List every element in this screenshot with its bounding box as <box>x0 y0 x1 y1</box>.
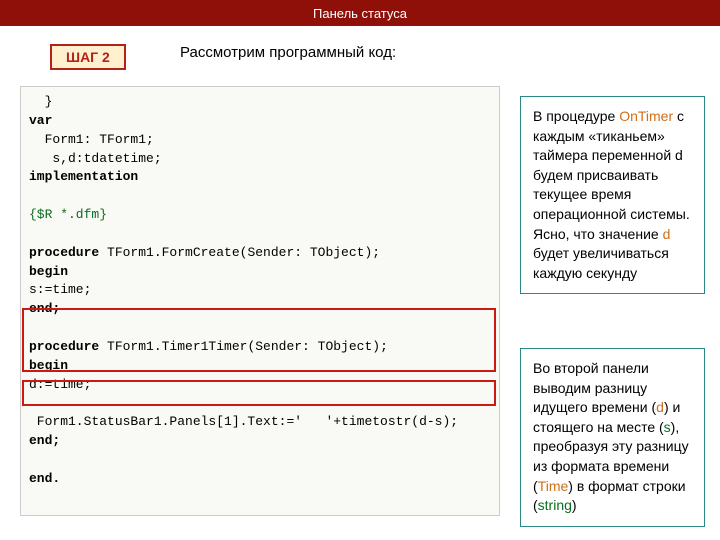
code-line: procedure <box>29 245 99 260</box>
text-highlight: s <box>664 419 671 435</box>
text-highlight: d <box>656 399 664 415</box>
code-line: implementation <box>29 169 138 184</box>
text-highlight: d <box>663 226 671 242</box>
text: с каждым «тиканьем» таймера переменной d… <box>533 108 690 242</box>
code-line: begin <box>29 264 68 279</box>
text-highlight: string <box>538 497 572 513</box>
callout-ontimer: В процедуре OnTimer с каждым «тиканьем» … <box>520 96 705 294</box>
code-line: procedure <box>29 339 99 354</box>
code-line: end; <box>29 433 60 448</box>
text: Во второй панели выводим разницу идущего… <box>533 360 656 415</box>
code-line: d:=time; <box>29 377 91 392</box>
callout-panel2: Во второй панели выводим разницу идущего… <box>520 348 705 527</box>
code-line: end; <box>29 301 60 316</box>
text: В процедуре <box>533 108 619 124</box>
code-line: end. <box>29 471 60 486</box>
code-line: TForm1.FormCreate(Sender: TObject); <box>99 245 380 260</box>
code-line: var <box>29 113 52 128</box>
code-line: TForm1.Timer1Timer(Sender: TObject); <box>99 339 388 354</box>
code-line: } <box>29 94 52 109</box>
header-title: Панель статуса <box>313 6 407 21</box>
step-badge: ШАГ 2 <box>50 44 126 70</box>
code-line: s,d:tdatetime; <box>29 151 162 166</box>
code-line: Form1: TForm1; <box>29 132 154 147</box>
text-highlight: OnTimer <box>619 108 673 124</box>
code-line: s:=time; <box>29 282 91 297</box>
header-bar: Панель статуса <box>0 0 720 26</box>
code-line: {$R *.dfm} <box>29 207 107 222</box>
text-highlight: Time <box>538 478 569 494</box>
text: будет увеличиваться каждую секунду <box>533 245 669 281</box>
intro-text: Рассмотрим программный код: <box>180 44 396 61</box>
text: ) <box>572 497 577 513</box>
code-line: begin <box>29 358 68 373</box>
code-block: } var Form1: TForm1; s,d:tdatetime; impl… <box>20 86 500 516</box>
slide-body: ШАГ 2 Рассмотрим программный код: } var … <box>0 26 720 540</box>
code-line: Form1.StatusBar1.Panels[1].Text:=' '+tim… <box>29 414 458 429</box>
